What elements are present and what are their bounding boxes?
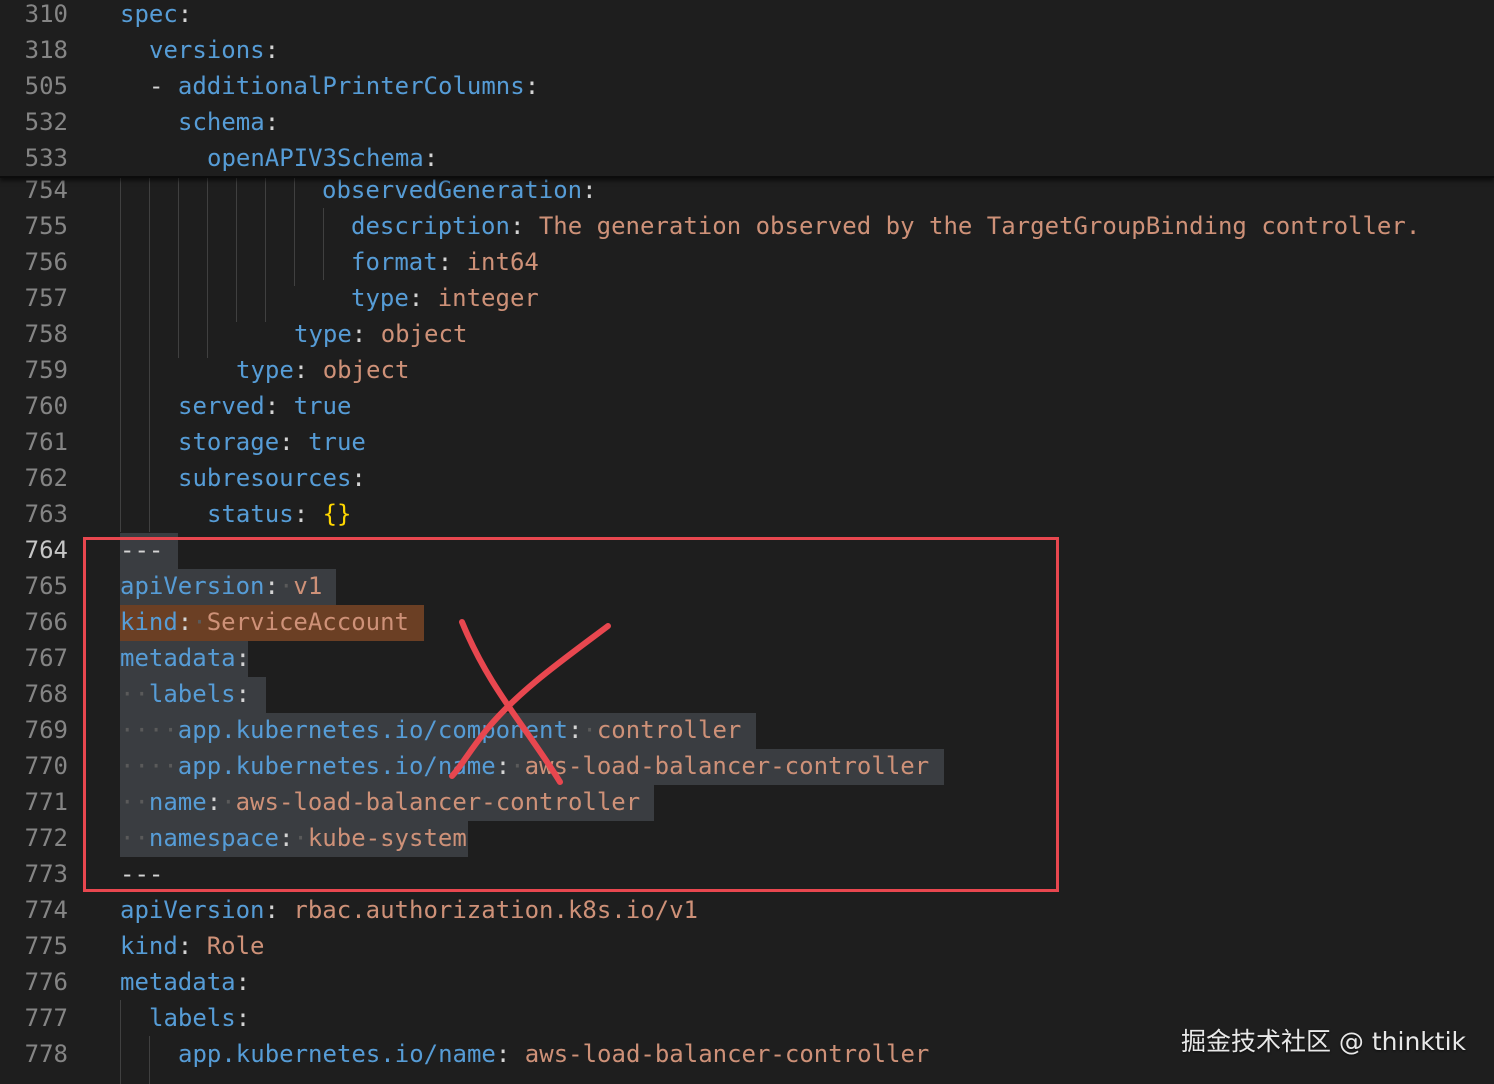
watermark-text: 掘金技术社区 @ thinktik bbox=[1180, 1027, 1466, 1056]
code-editor[interactable]: 310 spec: 318 versions: 505- additionalPrint… bbox=[0, 0, 1494, 1084]
annotation-cross-mark bbox=[449, 619, 611, 785]
